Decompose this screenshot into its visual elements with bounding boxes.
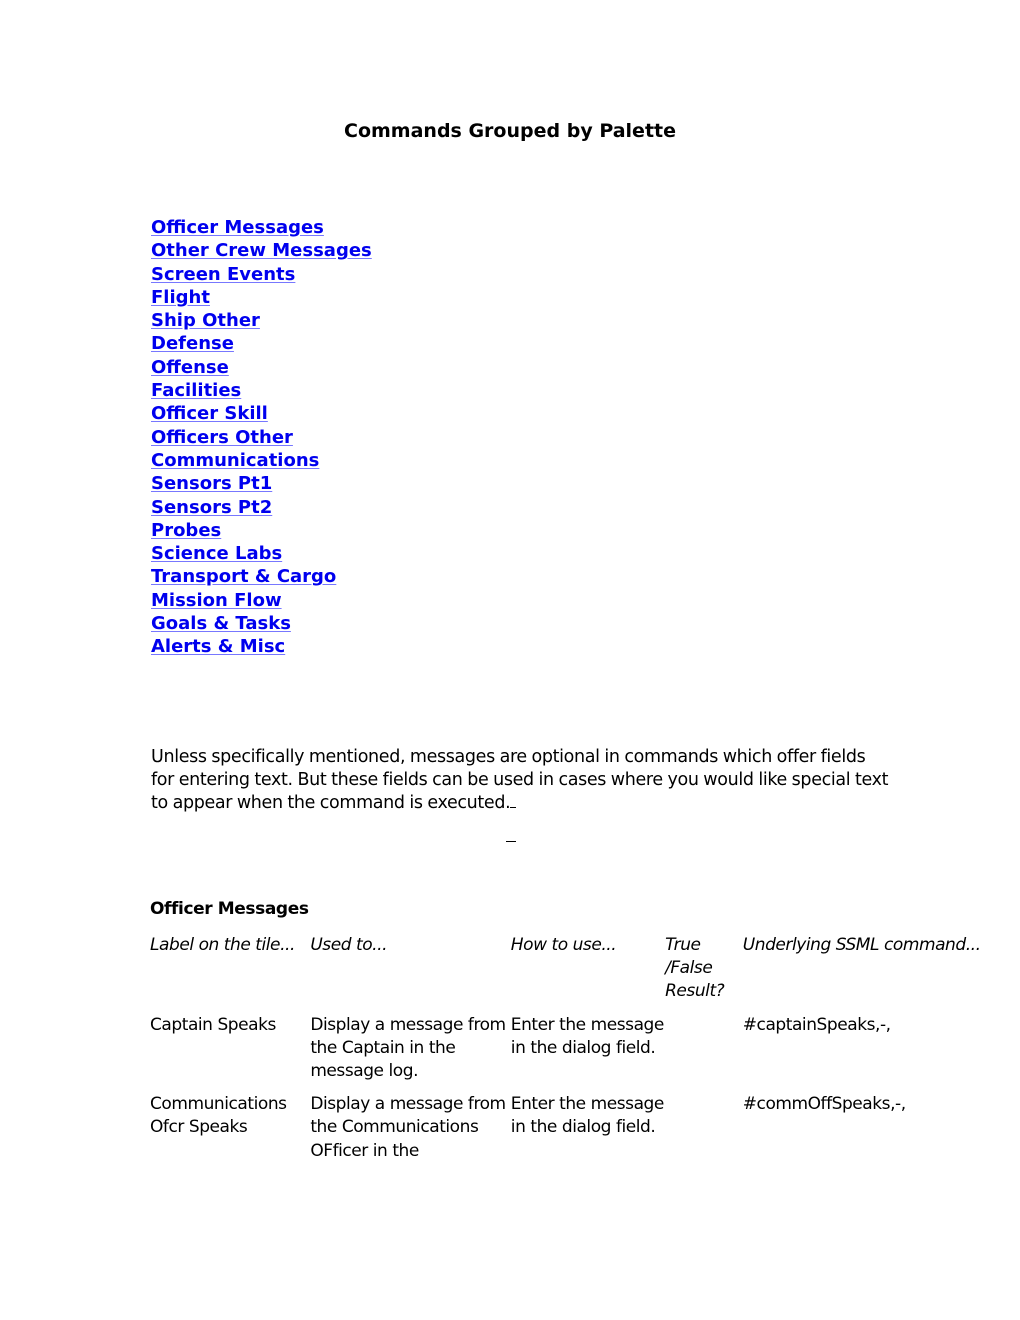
column-header-used-to: Used to... [310,935,388,955]
cell-used-to: Display a message from the Communication… [310,1094,506,1161]
toc-item: Other Crew Messages [151,239,372,262]
cell-result [665,1014,743,1094]
toc-link-communications[interactable]: Communications [151,450,319,471]
toc-link-transport-cargo[interactable]: Transport & Cargo [151,566,336,587]
cell-result [665,1093,743,1173]
toc-item: Officer Skill [151,402,372,425]
table-row: Communications Ofcr Speaks Display a mes… [150,1093,1020,1173]
page-title: Commands Grouped by Palette [344,120,676,142]
toc-link-science-labs[interactable]: Science Labs [151,543,282,564]
toc-link-probes[interactable]: Probes [151,520,221,541]
toc-item: Officer Messages [151,216,372,239]
toc-item: Offense [151,356,372,379]
toc-link-alerts-misc[interactable]: Alerts & Misc [151,636,285,657]
trailing-underline-mark [510,793,517,808]
toc-item: Flight [151,286,372,309]
toc-link-goals-tasks[interactable]: Goals & Tasks [151,613,291,634]
cell-how-to-use: Enter the message in the dialog field. [510,1094,665,1138]
column-header-command: Underlying SSML command... [742,935,981,955]
cell-label: Captain Speaks [150,1014,276,1035]
toc-item: Mission Flow [151,589,372,612]
toc-link-officer-messages[interactable]: Officer Messages [151,217,324,238]
toc-item: Communications [151,449,372,472]
toc-link-flight[interactable]: Flight [151,287,210,308]
toc-link-defense[interactable]: Defense [151,333,234,354]
cell-label: Communications Ofcr Speaks [150,1094,287,1138]
table-row: Captain Speaks Display a message from th… [150,1014,1020,1094]
commands-table: Label on the tile... Used to... How to u… [150,934,1020,1173]
toc-item: Facilities [151,379,372,402]
toc-link-facilities[interactable]: Facilities [151,380,241,401]
cell-used-to: Display a message from the Captain in th… [310,1014,506,1082]
column-header-result: True /False Result? [665,935,725,1002]
toc-item: Ship Other [151,309,372,332]
intro-text: Unless specifically mentioned, messages … [151,746,889,813]
toc-link-other-crew-messages[interactable]: Other Crew Messages [151,240,372,261]
toc-link-sensors-pt2[interactable]: Sensors Pt2 [151,497,272,518]
toc-link-offense[interactable]: Offense [151,357,229,378]
toc-item: Transport & Cargo [151,565,372,588]
table-header-row: Label on the tile... Used to... How to u… [150,934,1020,1014]
toc-item: Screen Events [151,263,372,286]
toc-item: Alerts & Misc [151,635,372,658]
toc-item: Sensors Pt1 [151,472,372,495]
toc-item: Sensors Pt2 [151,496,372,519]
intro-paragraph: Unless specifically mentioned, messages … [151,746,891,816]
toc-link-mission-flow[interactable]: Mission Flow [151,590,282,611]
toc-link-screen-events[interactable]: Screen Events [151,264,295,285]
table-of-contents: Officer Messages Other Crew Messages Scr… [151,216,372,659]
toc-link-officer-skill[interactable]: Officer Skill [151,403,268,424]
section-heading: Officer Messages [150,899,309,919]
underline-mark [506,841,516,842]
cell-how-to-use: Enter the message in the dialog field. [510,1014,665,1058]
cell-command: #commOffSpeaks,-, [742,1094,906,1115]
toc-link-sensors-pt1[interactable]: Sensors Pt1 [151,473,272,494]
toc-link-ship-other[interactable]: Ship Other [151,310,260,331]
column-header-how-to-use: How to use... [510,935,617,955]
toc-link-officers-other[interactable]: Officers Other [151,427,293,448]
toc-item: Officers Other [151,426,372,449]
toc-item: Science Labs [151,542,372,565]
toc-item: Probes [151,519,372,542]
column-header-label: Label on the tile... [150,935,295,955]
cell-command: #captainSpeaks,-, [742,1014,891,1035]
toc-item: Goals & Tasks [151,612,372,635]
toc-item: Defense [151,332,372,355]
